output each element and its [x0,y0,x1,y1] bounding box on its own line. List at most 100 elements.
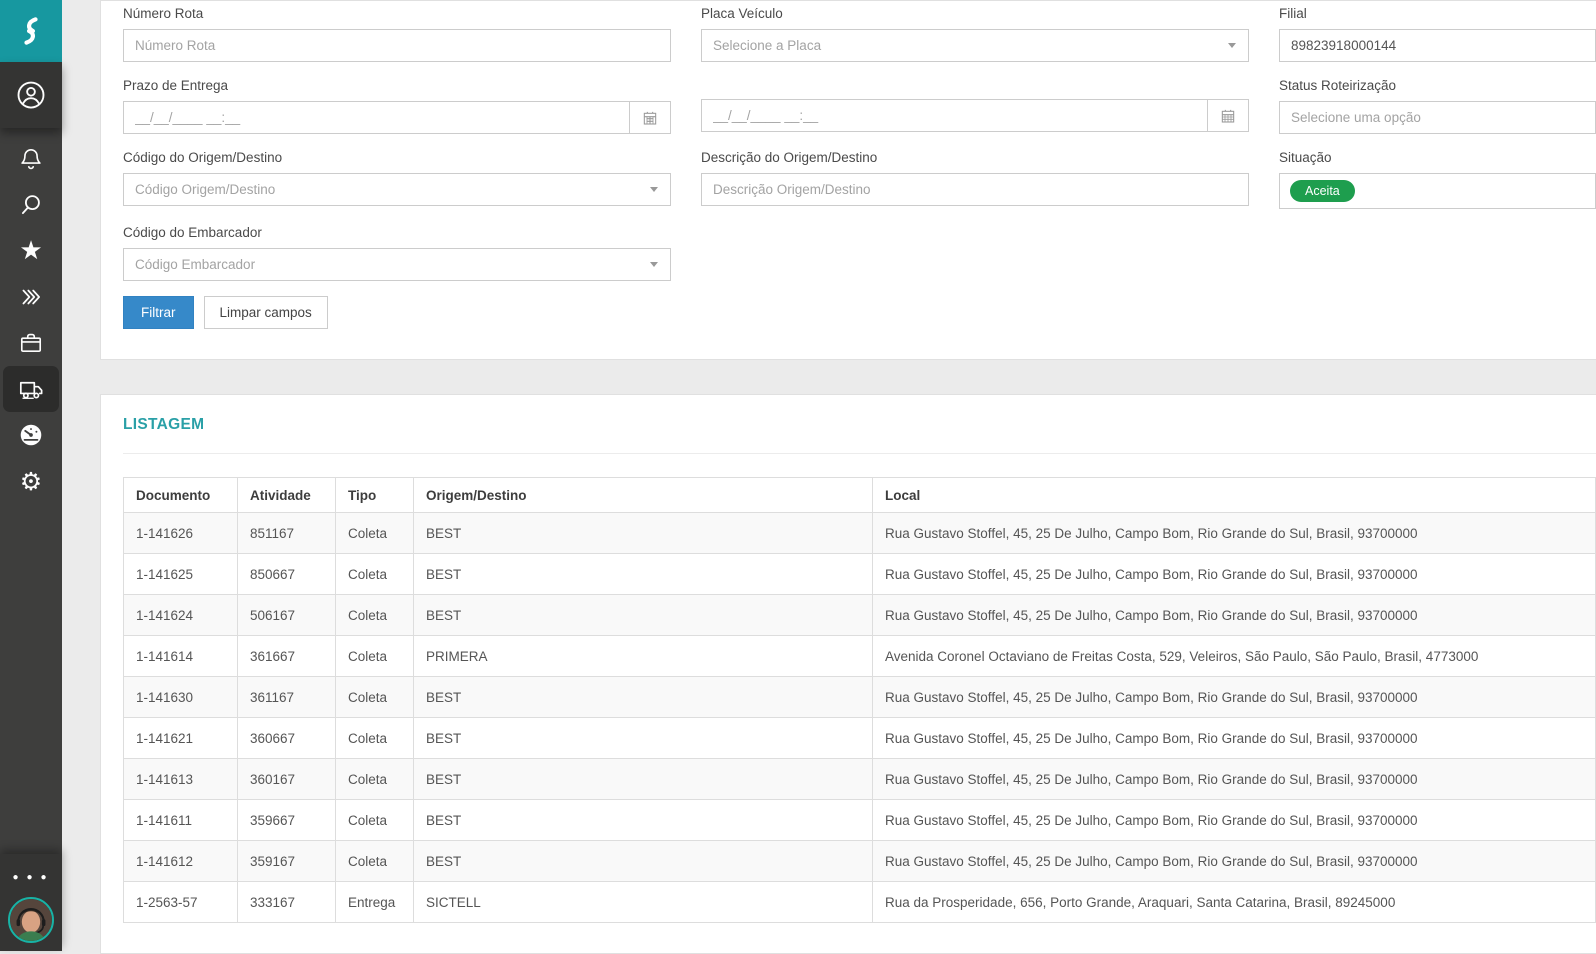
ellipsis-icon[interactable]: ● ● ● [12,864,49,897]
field-status-roteirizacao: Status Roteirização Selecione uma opção [1279,78,1596,134]
user-circle-icon [16,80,46,110]
numero-rota-input[interactable] [123,29,671,62]
sidebar-item-jobs[interactable] [0,320,62,366]
col-header-tipo: Tipo [336,478,414,513]
filter-panel: Número Rota Placa Veículo Selecione a Pl… [100,0,1596,360]
briefcase-icon [18,330,44,356]
sidebar-item-dashboard[interactable] [0,412,62,458]
table-row[interactable]: 1-141621 360667 Coleta BEST Rua Gustavo … [124,718,1596,759]
sidebar-item-settings[interactable]: ⚙ [0,458,62,504]
sidebar-item-notifications[interactable] [0,136,62,182]
star-icon: ★ [19,238,42,264]
col-header-documento: Documento [124,478,238,513]
table-row[interactable]: 1-141625 850667 Coleta BEST Rua Gustavo … [124,554,1596,595]
cell-origem-destino: BEST [414,718,873,759]
table-row[interactable]: 1-141613 360167 Coleta BEST Rua Gustavo … [124,759,1596,800]
status-roteirizacao-placeholder: Selecione uma opção [1291,110,1421,125]
placa-veiculo-label: Placa Veículo [701,6,1249,21]
filter-actions: Filtrar Limpar campos [123,296,1596,329]
table-row[interactable]: 1-141611 359667 Coleta BEST Rua Gustavo … [124,800,1596,841]
prazo-entrega-fim-input[interactable] [701,99,1208,132]
table-body: 1-141626 851167 Coleta BEST Rua Gustavo … [124,513,1596,923]
codigo-origem-destino-label: Código do Origem/Destino [123,150,671,165]
cell-local: Rua Gustavo Stoffel, 45, 25 De Julho, Ca… [873,718,1596,759]
table-row[interactable]: 1-141624 506167 Coleta BEST Rua Gustavo … [124,595,1596,636]
chevron-down-icon [650,187,658,192]
app-logo[interactable] [0,0,62,62]
cell-local: Rua Gustavo Stoffel, 45, 25 De Julho, Ca… [873,759,1596,800]
situacao-value-box: Aceita [1279,173,1596,209]
cell-documento: 1-141626 [124,513,238,554]
table-row[interactable]: 1-141614 361667 Coleta PRIMERA Avenida C… [124,636,1596,677]
calendar-icon [1220,108,1236,124]
codigo-origem-destino-select[interactable]: Código Origem/Destino [123,173,671,206]
placa-veiculo-select[interactable]: Selecione a Placa [701,29,1249,62]
codigo-embarcador-select[interactable]: Código Embarcador [123,248,671,281]
cell-local: Rua Gustavo Stoffel, 45, 25 De Julho, Ca… [873,595,1596,636]
cell-origem-destino: BEST [414,595,873,636]
prazo-entrega-fim-calendar-button[interactable] [1207,99,1249,132]
filtrar-button[interactable]: Filtrar [123,296,194,329]
field-situacao: Situação Aceita [1279,150,1596,209]
cell-documento: 1-141624 [124,595,238,636]
limpar-campos-button[interactable]: Limpar campos [204,296,328,329]
field-numero-rota: Número Rota [123,6,671,62]
table-row[interactable]: 1-141626 851167 Coleta BEST Rua Gustavo … [124,513,1596,554]
sidebar-item-routes-truck[interactable] [3,366,59,412]
codigo-embarcador-label: Código do Embarcador [123,225,671,240]
cell-tipo: Coleta [336,718,414,759]
table-row[interactable]: 1-141612 359167 Coleta BEST Rua Gustavo … [124,841,1596,882]
cell-local: Rua Gustavo Stoffel, 45, 25 De Julho, Ca… [873,677,1596,718]
cell-documento: 1-141612 [124,841,238,882]
user-avatar [10,899,52,941]
prazo-entrega-input[interactable] [123,101,630,134]
col-header-atividade: Atividade [238,478,336,513]
cell-origem-destino: PRIMERA [414,636,873,677]
cell-atividade: 333167 [238,882,336,923]
sidebar-item-favorites[interactable]: ★ [0,228,62,274]
cell-tipo: Entrega [336,882,414,923]
table-header-row: Documento Atividade Tipo Origem/Destino … [124,478,1596,513]
chevron-down-icon [650,262,658,267]
cell-local: Rua Gustavo Stoffel, 45, 25 De Julho, Ca… [873,554,1596,595]
filial-input[interactable] [1279,29,1596,62]
table-row[interactable]: 1-141630 361167 Coleta BEST Rua Gustavo … [124,677,1596,718]
cell-documento: 1-141613 [124,759,238,800]
cell-documento: 1-141630 [124,677,238,718]
cell-tipo: Coleta [336,841,414,882]
sidebar-item-expand[interactable] [0,274,62,320]
table-row[interactable]: 1-2563-57 333167 Entrega SICTELL Rua da … [124,882,1596,923]
cell-tipo: Coleta [336,636,414,677]
col-header-local: Local [873,478,1596,513]
truck-icon [18,376,45,403]
cell-documento: 1-141621 [124,718,238,759]
cell-atividade: 850667 [238,554,336,595]
search-icon [18,192,44,218]
support-avatar[interactable] [8,897,54,943]
cell-tipo: Coleta [336,677,414,718]
situacao-label: Situação [1279,150,1596,165]
filial-label: Filial [1279,6,1596,21]
cell-origem-destino: BEST [414,841,873,882]
cell-local: Rua Gustavo Stoffel, 45, 25 De Julho, Ca… [873,800,1596,841]
prazo-entrega-calendar-button[interactable] [629,101,671,134]
cell-atividade: 361167 [238,677,336,718]
descricao-origem-destino-input[interactable] [701,173,1249,206]
descricao-origem-destino-label: Descrição do Origem/Destino [701,150,1249,165]
cell-atividade: 506167 [238,595,336,636]
field-codigo-origem-destino: Código do Origem/Destino Código Origem/D… [123,150,671,209]
cell-documento: 1-141625 [124,554,238,595]
cell-atividade: 360667 [238,718,336,759]
listing-title: LISTAGEM [123,416,1596,434]
cell-local: Rua da Prosperidade, 656, Porto Grande, … [873,882,1596,923]
cell-origem-destino: BEST [414,513,873,554]
cell-atividade: 360167 [238,759,336,800]
sidebar-item-search[interactable] [0,182,62,228]
chevron-down-icon [1228,43,1236,48]
speedometer-icon [18,422,44,448]
sidebar-item-profile[interactable] [0,62,62,128]
cell-local: Avenida Coronel Octaviano de Freitas Cos… [873,636,1596,677]
cell-tipo: Coleta [336,595,414,636]
codigo-embarcador-placeholder: Código Embarcador [135,257,255,272]
status-roteirizacao-select[interactable]: Selecione uma opção [1279,101,1596,134]
